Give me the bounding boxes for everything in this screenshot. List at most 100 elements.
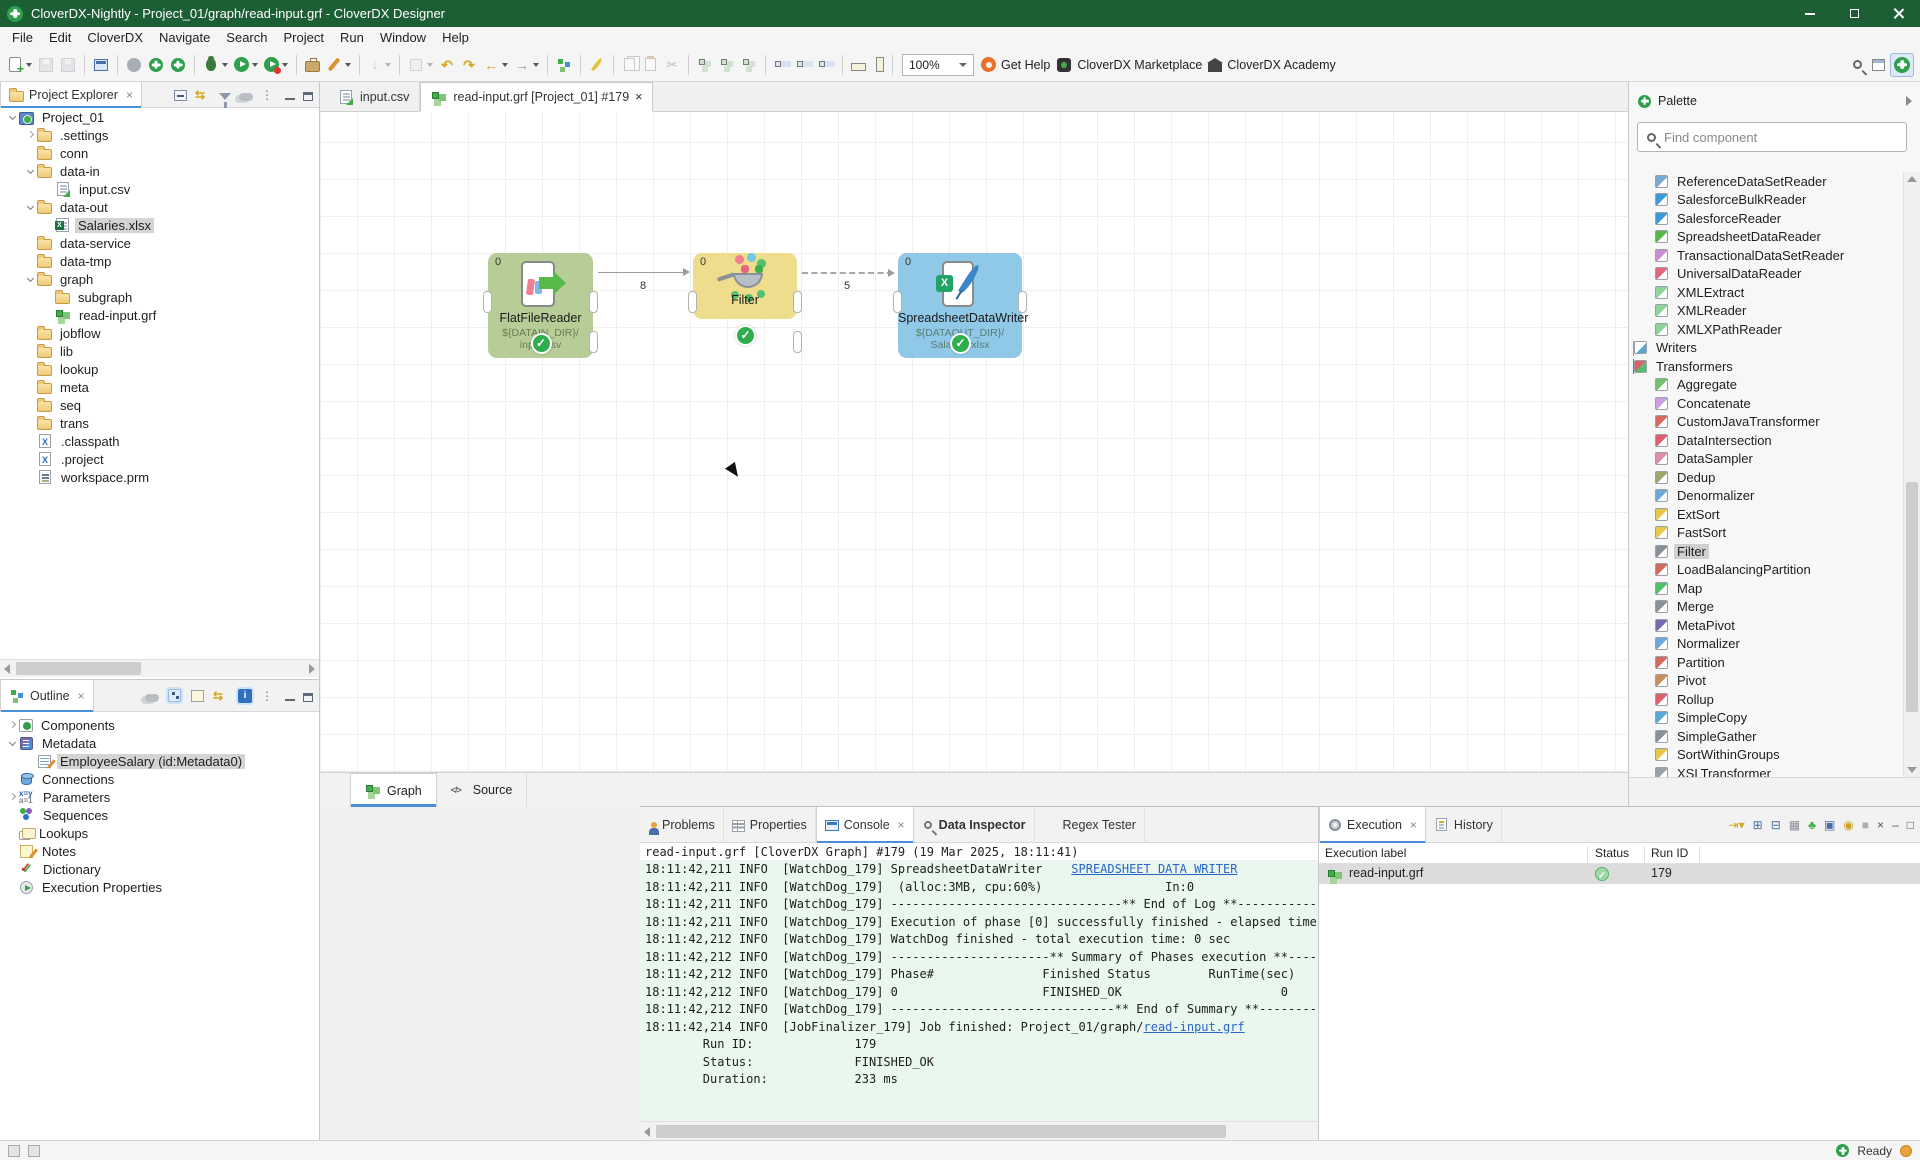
explorer-item-data-tmp[interactable]: data-tmp [0,252,319,270]
palette-item-xmlextract[interactable]: XMLExtract [1629,283,1903,302]
persp-clover-button[interactable] [1890,52,1914,77]
tab-regex-tester[interactable]: Regex Tester [1035,806,1145,843]
maximize-view-icon[interactable]: □ [1907,818,1914,832]
clover-g-button[interactable] [145,53,167,77]
graph-icon[interactable]: ♣ [1808,818,1816,832]
clover-gray-button[interactable] [123,53,145,77]
palette-item-xsltransformer[interactable]: XSLTransformer [1629,764,1903,777]
new-button[interactable] [4,53,35,77]
view-tab-graph[interactable]: Graph [350,773,437,807]
cloverdx-academy-button[interactable]: CloverDX Academy [1205,53,1338,77]
palette-item-rollup[interactable]: Rollup [1629,690,1903,709]
scroll-thumb[interactable] [656,1125,1226,1138]
run-button[interactable] [231,53,261,77]
input-port-stub[interactable] [688,291,697,313]
graph-edge-1[interactable] [802,269,895,277]
explorer-item-project-01[interactable]: Project_01 [0,108,319,126]
palette-item-transformers[interactable]: Transformers [1629,357,1903,376]
explorer-item-input-csv[interactable]: input.csv [0,180,319,198]
explorer-item-data-out[interactable]: data-out [0,198,319,216]
stop-icon[interactable]: ■ [1862,818,1869,832]
back-button[interactable]: ← [480,53,511,77]
focus-icon[interactable] [145,693,159,702]
save-button[interactable] [35,53,57,77]
fwd-button[interactable]: → [511,53,542,77]
palette-item-datasampler[interactable]: DataSampler [1629,450,1903,469]
trim-icon[interactable] [28,1144,40,1157]
palette-item-map[interactable]: Map [1629,579,1903,598]
dist-button[interactable] [793,53,815,77]
find-component-input[interactable] [1664,129,1874,145]
clover-g-button[interactable] [167,53,189,77]
maximize-view-icon[interactable] [303,692,313,702]
console-open-button[interactable] [90,53,112,77]
outline-item-employeesalary-id-metadata0[interactable]: EmployeeSalary (id:Metadata0) [0,752,319,770]
cut-button[interactable]: ✂ [661,53,683,77]
palette-item-referencedatasetreader[interactable]: ReferenceDataSetReader [1629,172,1903,191]
output-port-stub[interactable] [589,291,598,313]
run-options-icon[interactable]: ⇥▾ [1729,818,1745,832]
explorer-item-graph[interactable]: graph [0,270,319,288]
column-status[interactable]: Status [1595,846,1629,860]
tab-execution[interactable]: Execution × [1319,806,1426,843]
arrow-down-button[interactable]: ↓ [365,53,394,77]
palette-item-dataintersection[interactable]: DataIntersection [1629,431,1903,450]
scroll-right-icon[interactable] [309,664,315,674]
explorer-item-project[interactable]: .project [0,450,319,468]
table-view-icon[interactable] [191,689,204,702]
tab-console[interactable]: Console × [815,806,914,843]
outline-item-notes[interactable]: Notes [0,842,319,860]
palette-item-pivot[interactable]: Pivot [1629,672,1903,691]
redo-button[interactable]: ↷ [458,53,480,77]
chevron-down-icon[interactable] [26,202,35,210]
explorer-item-workspace-prm[interactable]: workspace.prm [0,468,319,486]
palette-item-filter[interactable]: Filter [1629,542,1903,561]
palette-item-xmlreader[interactable]: XMLReader [1629,302,1903,321]
column-run-id[interactable]: Run ID [1651,846,1688,860]
tab-properties[interactable]: Properties [724,806,816,843]
input-port-stub[interactable] [483,291,492,313]
tab-problems[interactable]: Problems [640,806,724,843]
refresh-icon[interactable]: ◉ [1843,818,1853,832]
console-view-icon[interactable]: ▣ [1824,818,1835,832]
outline-item-lookups[interactable]: Lookups [0,824,319,842]
graph-canvas[interactable]: 0FlatFileReader${DATAIN_DIR}/ input.csv✓… [320,112,1628,772]
collapse-palette-icon[interactable] [1906,96,1912,106]
graph-edit-button[interactable] [553,53,575,77]
view-menu-icon[interactable]: ⋮ [261,87,277,103]
collapse-all-icon[interactable] [174,90,187,101]
zoom-level-select[interactable]: 100% [902,53,974,76]
scroll-thumb[interactable] [16,662,141,675]
menu-help[interactable]: Help [434,27,477,48]
briefcase-button[interactable] [302,53,323,77]
maximize-view-icon[interactable] [303,91,313,101]
menu-project[interactable]: Project [276,27,332,48]
close-tab-icon[interactable]: × [635,90,642,104]
filter-icon[interactable] [219,92,231,110]
dist-button[interactable] [771,53,793,77]
menu-navigate[interactable]: Navigate [151,27,218,48]
chevron-right-icon[interactable] [26,130,35,138]
outline-item-metadata[interactable]: Metadata [0,734,319,752]
undo-button[interactable]: ↶ [436,53,458,77]
project-explorer-hscrollbar[interactable] [0,659,319,677]
scroll-left-icon[interactable] [4,664,10,674]
ruler-v-button[interactable] [869,53,887,77]
paste-button[interactable] [640,53,661,77]
palette-item-extsort[interactable]: ExtSort [1629,505,1903,524]
explorer-item-data-service[interactable]: data-service [0,234,319,252]
maximize-button[interactable] [1832,0,1876,27]
tracking-icon[interactable]: ▦ [1789,818,1800,832]
explorer-item-classpath[interactable]: .classpath [0,432,319,450]
palette-item-simplegather[interactable]: SimpleGather [1629,727,1903,746]
explorer-item-meta[interactable]: meta [0,378,319,396]
graph-node-filter[interactable]: 0 Filter ✓ [688,253,802,353]
console-hscrollbar[interactable] [640,1121,1375,1141]
palette-item-simplecopy[interactable]: SimpleCopy [1629,709,1903,728]
explorer-item-read-input-grf[interactable]: read-input.grf [0,306,319,324]
marker-button[interactable] [323,53,354,77]
output-port-stub-2[interactable] [793,331,802,353]
palette-item-salesforcereader[interactable]: SalesforceReader [1629,209,1903,228]
palette-item-partition[interactable]: Partition [1629,653,1903,672]
menu-window[interactable]: Window [372,27,434,48]
